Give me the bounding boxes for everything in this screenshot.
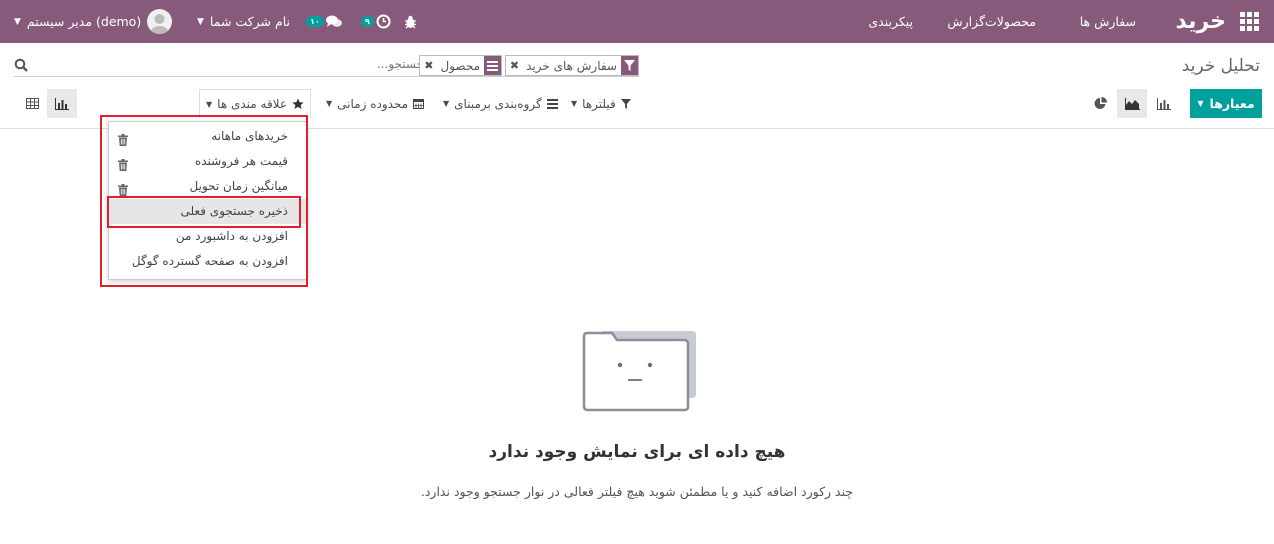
filter-icon — [621, 56, 638, 75]
clock-icon — [376, 14, 391, 29]
favorite-item-label: قیمت هر فروشنده — [194, 154, 288, 168]
search-facet[interactable]: ✖ سفارش های خرید — [504, 55, 639, 76]
empty-folder-icon — [580, 328, 698, 416]
top-navbar: خرید سفارش ها محصولات گزارش پیکربندی ▼ م… — [0, 0, 1274, 43]
add-to-dashboard-item[interactable]: افزودن به داشبورد من — [109, 224, 308, 249]
favorite-item-label: میانگین زمان تحویل — [189, 179, 288, 193]
bar-chart-button[interactable] — [1149, 89, 1179, 118]
user-name: مدیر سیستم (demo) — [26, 14, 142, 29]
facet-label: سفارش های خرید — [526, 58, 617, 73]
chevron-down-icon: ▼ — [443, 99, 450, 108]
favorite-item-label: خریدهای ماهانه — [211, 129, 288, 143]
save-current-search-item[interactable]: ذخیره جستجوی فعلی — [109, 199, 308, 224]
favorites-dropdown: خریدهای ماهانه قیمت هر فروشنده میانگین ز… — [108, 121, 308, 280]
table-icon — [25, 98, 39, 109]
filters-label: فیلترها — [582, 96, 616, 111]
star-icon — [292, 98, 304, 109]
chevron-down-icon: ▼ — [197, 16, 204, 27]
search-icon[interactable] — [14, 58, 29, 77]
apps-menu-icon[interactable] — [1240, 0, 1260, 43]
menu-orders[interactable]: سفارش ها — [1080, 0, 1136, 43]
pie-chart-button[interactable] — [1085, 89, 1115, 118]
menu-reporting[interactable]: گزارش — [947, 0, 985, 43]
avatar — [147, 9, 173, 34]
favorite-item-monthly-purchases[interactable]: خریدهای ماهانه — [109, 124, 308, 149]
user-menu[interactable]: ▼ مدیر سیستم (demo) — [14, 0, 173, 43]
filter-icon — [620, 98, 631, 109]
date-range-label: محدوده زمانی — [337, 96, 409, 111]
bar-chart-icon — [55, 97, 69, 110]
group-icon — [484, 56, 501, 75]
activity-badge: ۹ — [361, 16, 374, 27]
chat-badge: ۱۰ — [306, 16, 324, 27]
close-icon[interactable]: ✖ — [420, 59, 436, 72]
line-chart-button[interactable] — [1117, 89, 1147, 118]
chevron-down-icon: ▼ — [206, 99, 213, 109]
date-range-button[interactable]: محدوده زمانی ▼ — [326, 89, 425, 118]
menu-products[interactable]: محصولات — [985, 0, 1036, 43]
page-title: تحلیل خرید — [1181, 56, 1260, 76]
favorite-item-price-per-vendor[interactable]: قیمت هر فروشنده — [109, 149, 308, 174]
add-to-google-spreadsheet-item[interactable]: افزودن به صفحه گسترده گوگل — [109, 249, 308, 274]
group-by-label: گروه‌بندی برمبنای — [454, 96, 542, 111]
filters-button[interactable]: فیلترها ▼ — [571, 89, 631, 118]
menu-configuration[interactable]: پیکربندی — [868, 0, 913, 43]
pie-chart-icon — [1094, 97, 1107, 109]
messaging-menu[interactable]: ۱۰ — [306, 0, 342, 43]
area-chart-icon — [1124, 97, 1140, 110]
search-bar: ✖ سفارش های خرید ✖ محصول — [14, 55, 639, 77]
empty-state-title: هیچ داده ای برای نمایش وجود ندارد — [488, 442, 786, 462]
bars-icon — [546, 98, 558, 109]
close-icon[interactable]: ✖ — [506, 59, 522, 72]
debug-bug-icon[interactable] — [404, 0, 417, 43]
chevron-down-icon: ▼ — [326, 99, 333, 108]
comments-icon — [325, 15, 342, 27]
activity-menu[interactable]: ۹ — [361, 0, 391, 43]
company-name: نام شرکت شما — [209, 14, 290, 29]
chevron-down-icon: ▼ — [1197, 99, 1204, 108]
chevron-down-icon: ▼ — [571, 99, 578, 108]
favorites-button[interactable]: علاقه مندی ها ▼ — [199, 89, 311, 118]
bar-chart-icon — [1157, 97, 1171, 110]
facet-label: محصول — [440, 58, 481, 73]
measures-button[interactable]: معیارها ▼ — [1190, 89, 1262, 118]
empty-state-subtitle: چند رکورد اضافه کنید و یا مطمئن شوید هیچ… — [420, 484, 854, 499]
chevron-down-icon: ▼ — [14, 16, 21, 27]
graph-view-button[interactable] — [47, 89, 77, 118]
search-input[interactable] — [314, 57, 424, 71]
search-facet[interactable]: ✖ محصول — [419, 55, 502, 76]
company-switcher[interactable]: ▼ نام شرکت شما — [197, 0, 290, 43]
app-brand[interactable]: خرید — [1175, 0, 1226, 43]
pivot-view-button[interactable] — [17, 89, 47, 118]
calendar-icon — [413, 99, 425, 109]
measures-label: معیارها — [1209, 96, 1255, 111]
favorites-label: علاقه مندی ها — [217, 97, 287, 111]
group-by-button[interactable]: گروه‌بندی برمبنای ▼ — [443, 89, 558, 118]
favorite-item-average-delivery-time[interactable]: میانگین زمان تحویل — [109, 174, 308, 199]
